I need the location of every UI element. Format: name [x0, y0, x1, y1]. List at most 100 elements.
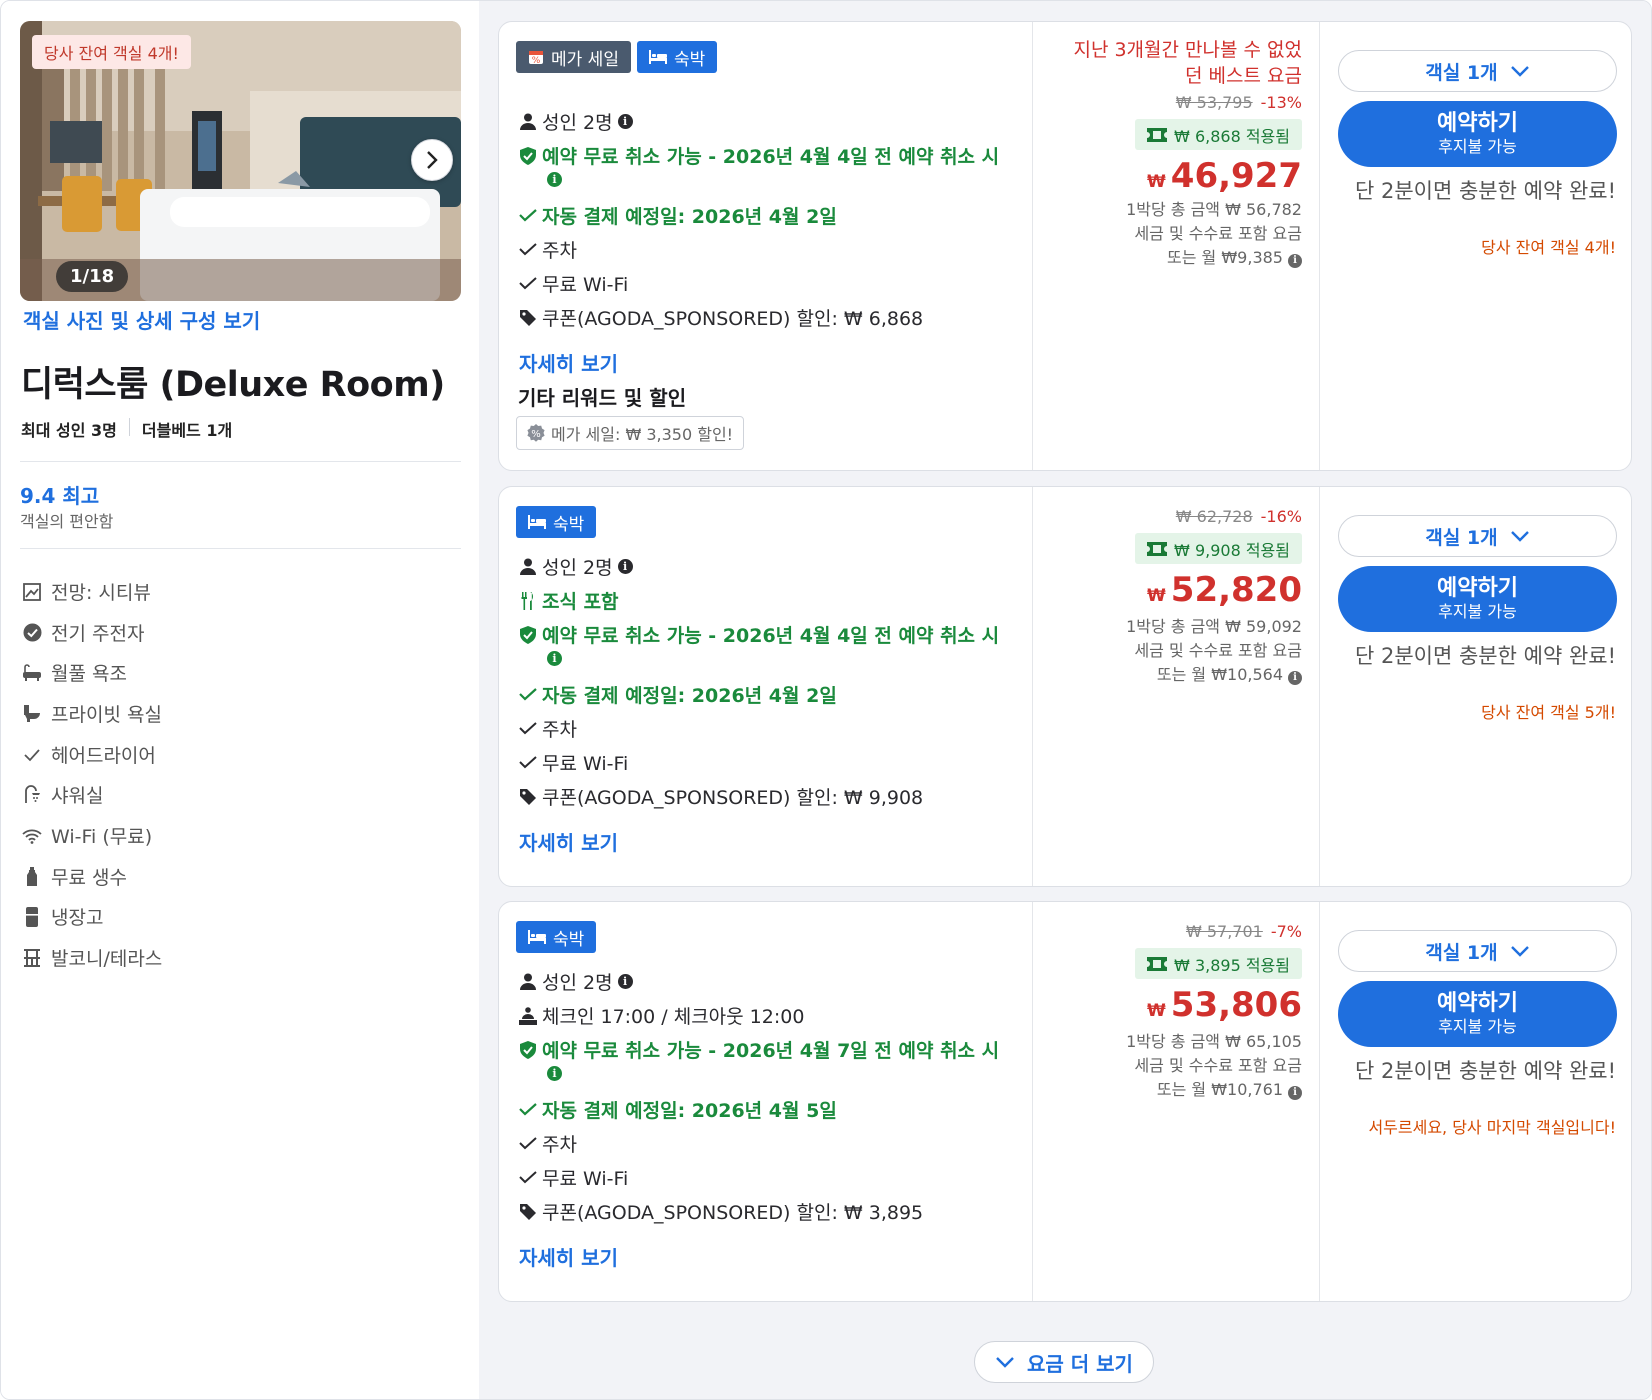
quick-booking-note: 단 2분이면 충분한 예약 완료! [1355, 179, 1616, 203]
offer-price: ₩ 57,701 -7% ₩ 3,895 적용됨 ₩53,806 1박당 총 금액… [1032, 902, 1319, 1301]
info-icon[interactable]: i [617, 559, 633, 574]
info-icon[interactable]: i [617, 114, 633, 129]
adults-line: 성인 2명 i [518, 553, 633, 580]
mega-sale-chip[interactable]: % 메가 세일: ₩ 3,350 할인! [516, 416, 745, 450]
original-price: ₩ 53,795 [1175, 93, 1253, 112]
info-icon[interactable]: i [1288, 671, 1302, 685]
room-photos-link[interactable]: 객실 사진 및 상세 구성 보기 [23, 305, 260, 334]
info-icon[interactable]: i [617, 974, 633, 989]
room-count-select[interactable]: 객실 1개 [1338, 50, 1617, 92]
bed-type: 더블베드 1개 [141, 421, 233, 440]
spec-divider [128, 418, 130, 436]
balcony-icon [22, 948, 42, 968]
room-count-select[interactable]: 객실 1개 [1338, 930, 1617, 972]
stay-badge: 숙박 [516, 921, 597, 953]
pay-later-label: 후지불 가능 [1438, 602, 1517, 621]
svg-text:%: % [531, 429, 541, 440]
mega-sale-chip-label: 메가 세일: ₩ 3,350 할인! [551, 425, 734, 444]
info-icon[interactable]: i [547, 172, 562, 187]
stay-label: 숙박 [553, 514, 585, 535]
room-count-select[interactable]: 객실 1개 [1338, 515, 1617, 557]
original-price: ₩ 57,701 [1185, 922, 1263, 941]
room-photo[interactable]: 당사 잔여 객실 4개! 1/18 [20, 21, 461, 301]
person-icon [518, 557, 538, 577]
show-more-label: 요금 더 보기 [1027, 1351, 1133, 1376]
parking-line: 주차 [518, 1130, 577, 1157]
currency-symbol: ₩ [1147, 172, 1166, 192]
monthly-price-row: 또는 월 ₩10,761 i [1157, 1078, 1302, 1102]
check-icon [518, 240, 538, 260]
details-link[interactable]: 자세히 보기 [519, 827, 618, 856]
parking-label: 주차 [542, 719, 577, 741]
amenity-item: 샤워실 [22, 781, 103, 808]
show-more-rates-button[interactable]: 요금 더 보기 [974, 1341, 1154, 1383]
total-per-night: 1박당 총 금액 ₩ 65,105 [1126, 1032, 1302, 1051]
offer-benefits: 숙박 성인 2명 i 조식 포함 예약 무료 취소 가능 - 2026년 4월 … [499, 487, 1032, 886]
offer-card: % 메가 세일 숙박 성인 2명 i 예약 무료 취소 가능 - 2026년 4… [498, 21, 1632, 471]
book-button[interactable]: 예약하기 후지불 가능 [1338, 566, 1617, 632]
pay-later-label: 후지불 가능 [1438, 137, 1517, 156]
tax-note: 세금 및 수수료 포함 요금 [1134, 1056, 1302, 1075]
info-icon[interactable]: i [547, 651, 562, 666]
check-icon [518, 1100, 538, 1120]
checkin-label: 체크인 17:00 / 체크아웃 12:00 [542, 1006, 805, 1028]
amenity-item: 무료 생수 [22, 863, 127, 890]
amenity-label: 프라이빗 욕실 [51, 704, 162, 726]
divider [20, 461, 461, 462]
cancel-info-line: i [542, 1066, 562, 1081]
room-specs: 최대 성인 3명 더블베드 1개 [21, 417, 232, 441]
price-value: 46,927 [1170, 156, 1302, 196]
amenity-label: Wi-Fi (무료) [51, 826, 153, 848]
stay-badge: 숙박 [516, 506, 597, 538]
details-link[interactable]: 자세히 보기 [519, 348, 618, 377]
offer-badges: % 메가 세일 숙박 [516, 41, 723, 73]
currency-symbol: ₩ [1147, 1001, 1166, 1021]
comfort-score[interactable]: 9.4 최고 [20, 480, 99, 509]
amenity-item: 프라이빗 욕실 [22, 700, 162, 727]
coupon-label: 쿠폰(AGODA_SPONSORED) 할인: ₩ 3,895 [542, 1202, 924, 1224]
offer-card: 숙박 성인 2명 i 체크인 17:00 / 체크아웃 12:00 예약 무료 … [498, 901, 1632, 1302]
original-price-row: ₩ 57,701 -7% [1186, 922, 1302, 941]
total-per-night: 1박당 총 금액 ₩ 59,092 [1126, 617, 1302, 636]
autopay-label: 자동 결제 예정일: 2026년 4월 2일 [542, 685, 837, 707]
coupon-label: 쿠폰(AGODA_SPONSORED) 할인: ₩ 6,868 [542, 308, 924, 330]
amenity-label: 샤워실 [51, 785, 104, 807]
wifi-icon [22, 826, 42, 846]
book-label: 예약하기 [1437, 991, 1518, 1016]
check-circle-icon [22, 623, 42, 643]
free-cancel-label: 예약 무료 취소 가능 - 2026년 4월 7일 전 예약 취소 시 [542, 1040, 1000, 1062]
offer-booking: 객실 1개 예약하기 후지불 가능 단 2분이면 충분한 예약 완료! 당사 잔… [1319, 22, 1631, 470]
autopay-line: 자동 결제 예정일: 2026년 4월 2일 [518, 202, 837, 229]
info-icon[interactable]: i [547, 1066, 562, 1081]
info-icon[interactable]: i [1288, 1086, 1302, 1100]
amenity-item: 전기 주전자 [22, 619, 144, 646]
discount-badge-icon: % [527, 424, 545, 442]
quick-booking-note: 단 2분이면 충분한 예약 완료! [1355, 644, 1616, 668]
final-price: ₩46,927 [1147, 156, 1302, 196]
discount-percent: -13% [1260, 93, 1302, 112]
checkin-line: 체크인 17:00 / 체크아웃 12:00 [518, 1002, 804, 1029]
book-button[interactable]: 예약하기 후지불 가능 [1338, 101, 1617, 167]
coupon-applied-badge: ₩ 6,868 적용됨 [1135, 119, 1302, 150]
info-icon[interactable]: i [1288, 254, 1302, 268]
pay-later-label: 후지불 가능 [1438, 1017, 1517, 1036]
amenity-item: 헤어드라이어 [22, 741, 156, 768]
amenity-label: 헤어드라이어 [51, 745, 156, 767]
book-button[interactable]: 예약하기 후지불 가능 [1338, 981, 1617, 1047]
amenity-item: 발코니/테라스 [22, 944, 162, 971]
offer-card: 숙박 성인 2명 i 조식 포함 예약 무료 취소 가능 - 2026년 4월 … [498, 486, 1632, 887]
offer-booking: 객실 1개 예약하기 후지불 가능 단 2분이면 충분한 예약 완료! 당사 잔… [1319, 487, 1631, 886]
monthly-price-row: 또는 월 ₩9,385 i [1167, 246, 1302, 270]
book-label: 예약하기 [1437, 576, 1518, 601]
next-photo-button[interactable] [411, 139, 453, 181]
fork-knife-icon [518, 591, 538, 611]
amenity-item: 전망: 시티뷰 [22, 578, 151, 605]
wifi-label: 무료 Wi-Fi [542, 274, 629, 296]
room-count-label: 객실 1개 [1425, 61, 1498, 84]
parking-line: 주차 [518, 715, 577, 742]
water-bottle-icon [22, 866, 42, 887]
details-link[interactable]: 자세히 보기 [519, 1242, 618, 1271]
chevron-down-icon [1510, 531, 1529, 542]
monthly-price: 또는 월 ₩10,564 [1156, 665, 1283, 684]
calendar-sale-icon: % [529, 51, 543, 65]
